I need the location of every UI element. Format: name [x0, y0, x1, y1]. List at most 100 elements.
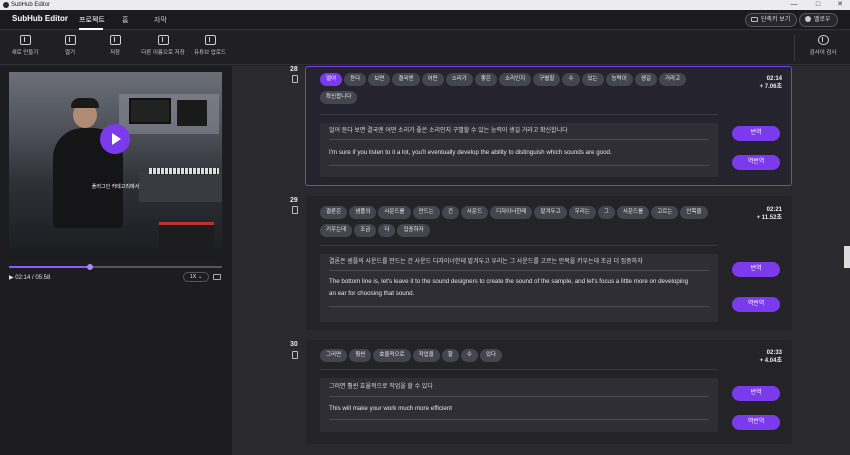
back-translate-button[interactable]: 역번역	[732, 155, 780, 170]
minimize-button[interactable]: —	[786, 0, 802, 10]
english-text[interactable]: This will make your work much more effic…	[329, 403, 452, 415]
menu-home[interactable]: 홈	[122, 15, 128, 25]
english-text-line-2[interactable]: an ear for choosing that sound.	[329, 288, 414, 300]
word-chip[interactable]: 할	[441, 349, 459, 362]
word-chip[interactable]: 수	[460, 349, 478, 362]
word-chip[interactable]: 생길	[634, 73, 657, 86]
video-preview[interactable]: 플러그인 카테고리에서	[9, 72, 222, 258]
timestamp: 02:14 + 7.06초	[736, 75, 782, 91]
play-icon[interactable]: ▶	[9, 275, 14, 281]
subtitle-card[interactable]: 결론은 샘플의 사운드를 만드는 건 사운드 디자이너한테 맡겨두고 우리는 그 사운드를 고르는 안목…	[306, 196, 792, 330]
word-chip[interactable]: 키우는데	[320, 224, 353, 237]
bookmark-icon[interactable]	[292, 351, 298, 359]
word-chip[interactable]: 보면	[368, 73, 391, 86]
word-chip[interactable]: 좋은	[474, 73, 497, 86]
menu-subtitle[interactable]: 자막	[154, 15, 167, 25]
word-chip[interactable]: 있다	[479, 349, 503, 362]
open-label: 열기	[64, 50, 76, 56]
word-chip[interactable]: 구별할	[533, 73, 561, 86]
drum-machine	[159, 222, 214, 252]
word-chip[interactable]: 만드는	[412, 206, 440, 219]
word-chip[interactable]: 훨씬	[349, 349, 372, 362]
duration: + 11.52초	[756, 215, 782, 221]
word-chip[interactable]: 효율적으로	[373, 349, 411, 362]
word-chip[interactable]: 우리는	[568, 206, 596, 219]
timestamp: 02:33 + 4.04초	[736, 349, 782, 365]
english-text[interactable]: I'm sure if you listen to it a lot, you'…	[329, 147, 612, 159]
maximize-button[interactable]: □	[810, 0, 826, 10]
subtitle-toggle-icon[interactable]	[213, 274, 221, 280]
entry-number: 28	[290, 66, 298, 73]
word-chip[interactable]: 소리가	[445, 73, 473, 86]
new-button[interactable]: 새로 만들기	[10, 35, 40, 56]
menu-project[interactable]: 프로젝트	[79, 15, 105, 25]
window-title: SubHub Editor	[11, 2, 51, 8]
back-translate-button[interactable]: 역번역	[732, 297, 780, 312]
word-chip[interactable]: 디자이너한테	[490, 206, 533, 219]
word-chip[interactable]: 소리인지	[499, 73, 532, 86]
word-chips: 그러면 훨씬 효율적으로 작업을 할 수 있다	[320, 349, 710, 367]
translate-button[interactable]: 번역	[732, 386, 780, 401]
save-label: 저장	[109, 50, 121, 56]
spell-check-button[interactable]: 검사어 검사	[806, 35, 840, 56]
word-chip[interactable]: 사운드	[460, 206, 489, 219]
word-chip[interactable]: 확신합니다	[320, 91, 358, 104]
word-chip[interactable]: 있는	[581, 73, 604, 86]
word-chip[interactable]: 고르는	[651, 206, 679, 219]
seek-bar[interactable]	[9, 264, 222, 270]
open-button[interactable]: 열기	[58, 35, 82, 56]
word-chip[interactable]: 듣다	[344, 73, 367, 86]
word-chip[interactable]: 더	[378, 224, 396, 237]
translate-button[interactable]: 번역	[732, 262, 780, 277]
time-readout: 02:14 / 05:58	[15, 275, 51, 281]
korean-text[interactable]: 결론은 샘플의 사운드를 만드는 건 사운드 디자이너한테 맡겨두고 우리는 그…	[329, 256, 643, 268]
speed-value: 1X	[189, 274, 197, 280]
word-chip[interactable]: 얼어	[320, 73, 343, 86]
word-chip[interactable]: 수	[562, 73, 580, 86]
subtitle-card[interactable]: 얼어 듣다 보면 결국엔 어떤 소리가 좋은 소리인지 구별할 수 있는 능력이 생길 거라고확신합니다 …	[305, 66, 792, 186]
save-icon	[109, 35, 121, 45]
word-chip[interactable]: 그	[597, 206, 615, 219]
word-chip[interactable]: 샘플의	[349, 206, 377, 219]
seek-handle[interactable]	[86, 264, 93, 270]
subtitle-card[interactable]: 그러면 훨씬 효율적으로 작업을 할 수 있다 02:33 + 4.04초 그러면 훨씬 효…	[306, 340, 792, 444]
bookmark-icon[interactable]	[292, 206, 298, 214]
new-file-icon	[19, 35, 31, 45]
save-button[interactable]: 저장	[103, 35, 127, 56]
spell-check-label: 검사어 검사	[809, 50, 837, 56]
save-as-button[interactable]: 다른 이름으로 저장	[140, 35, 186, 56]
word-chip[interactable]: 결론은	[320, 206, 348, 219]
seek-bar-fill	[9, 266, 90, 268]
word-chip[interactable]: 능력이	[605, 73, 633, 86]
word-chip[interactable]: 집중하자	[397, 224, 430, 237]
word-chip[interactable]: 그러면	[320, 349, 348, 362]
text-editor: 그러면 훨씬 효율적으로 작업을 할 수 있다 This will make y…	[320, 378, 718, 432]
close-button[interactable]: ✕	[832, 0, 848, 10]
korean-text[interactable]: 얼어 듣다 보면 결국엔 어떤 소리가 좋은 소리인지 구별할 수 있는 능력이…	[329, 125, 568, 137]
shortcut-button[interactable]: 단축키 보기	[745, 13, 798, 27]
word-chip[interactable]: 안목을	[680, 206, 708, 219]
translate-button[interactable]: 번역	[732, 126, 780, 141]
speed-select[interactable]: 1X ⌄	[183, 272, 209, 282]
word-chip[interactable]: 맡겨두고	[534, 206, 567, 219]
korean-text[interactable]: 그러면 훨씬 효율적으로 작업을 할 수 있다	[329, 381, 433, 393]
word-chip[interactable]: 어떤	[421, 73, 444, 86]
word-chip[interactable]: 건	[441, 206, 459, 219]
word-chip[interactable]: 조금	[354, 224, 377, 237]
scrollbar-handle[interactable]	[844, 246, 850, 268]
word-chip[interactable]: 사운드를	[378, 206, 411, 219]
play-button[interactable]	[100, 124, 130, 154]
user-button[interactable]: 멜로우	[799, 13, 838, 27]
word-chip[interactable]: 결국엔	[392, 73, 420, 86]
studio-speaker	[177, 100, 207, 126]
word-chip[interactable]: 사운드를	[616, 206, 650, 219]
upload-icon	[204, 35, 216, 45]
youtube-upload-button[interactable]: 유튜브 업로드	[192, 35, 228, 56]
word-chip[interactable]: 작업을	[412, 349, 440, 362]
title-bar: SubHub Editor — □ ✕	[0, 0, 850, 10]
text-editor: 결론은 샘플의 사운드를 만드는 건 사운드 디자이너한테 맡겨두고 우리는 그…	[320, 254, 718, 322]
word-chip[interactable]: 거라고	[658, 73, 687, 86]
english-text-line-1[interactable]: The bottom line is, let's leave it to th…	[329, 276, 688, 288]
back-translate-button[interactable]: 역번역	[732, 415, 780, 430]
bookmark-icon[interactable]	[292, 75, 298, 83]
